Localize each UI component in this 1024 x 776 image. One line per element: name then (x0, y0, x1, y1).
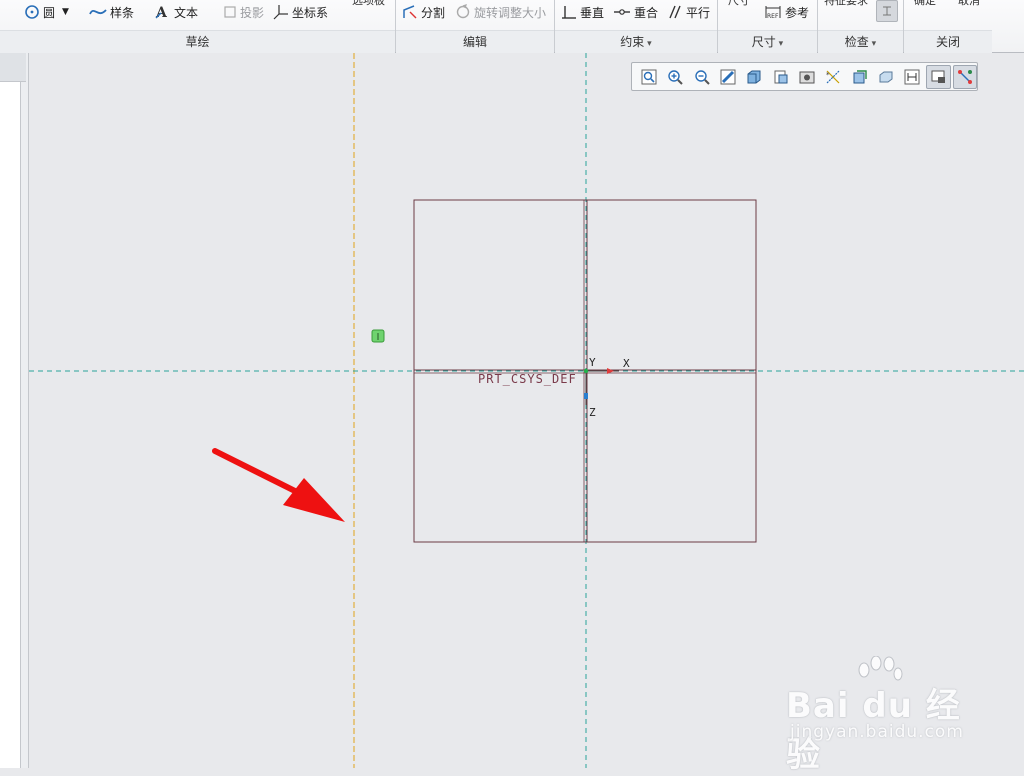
coincident-button[interactable]: 重合 (613, 2, 658, 22)
rotate-resize-label: 旋转调整大小 (474, 5, 547, 20)
text-label: 文本 (174, 5, 199, 20)
sketch-display-icon[interactable] (952, 64, 978, 89)
x-axis-label: X (623, 357, 630, 370)
project-button[interactable]: 投影 (223, 2, 264, 22)
zoom-out-icon[interactable] (690, 65, 714, 89)
rotate-resize-button[interactable]: 旋转调整大小 (455, 2, 546, 22)
circle-icon (24, 4, 40, 20)
watermark: Bai du 经验 jingyan.baidu.com (786, 655, 986, 775)
graphics-toolbar: * (631, 62, 978, 91)
group-sketch: 选项板 圆 ▼ 样条 A 文本 投影 坐标系 草绘 (0, 0, 396, 53)
parallel-button[interactable]: 平行 (667, 2, 710, 22)
display-style-icon[interactable] (742, 65, 766, 89)
clipped-ok-label[interactable]: 确定 (914, 0, 936, 8)
circle-label: 圆 (43, 5, 56, 20)
ribbon: 选项板 圆 ▼ 样条 A 文本 投影 坐标系 草绘 分割 旋转调整大小 编辑 垂… (0, 0, 1024, 53)
group-dimension: 尺寸 REF 参考 尺寸 (718, 0, 818, 53)
model-tree-tab[interactable] (0, 53, 26, 101)
rotate-resize-icon (455, 4, 471, 20)
group-label-edit: 编辑 (396, 30, 554, 53)
group-close: 确定 取消 关闭 (904, 0, 1024, 53)
clipped-dimension-label: 尺寸 (728, 0, 750, 7)
saved-orientations-icon[interactable] (769, 65, 793, 89)
perpendicular-icon (561, 4, 577, 20)
group-constrain: 垂直 重合 平行 约束 (555, 0, 718, 53)
coincident-icon (613, 6, 631, 18)
spin-center-icon[interactable] (848, 65, 872, 89)
group-label-close: 关闭 (904, 30, 992, 53)
group-label-constrain[interactable]: 约束 (555, 30, 717, 53)
inspect-tool-button[interactable] (876, 0, 898, 22)
project-icon (223, 5, 237, 19)
csys-z-marker (584, 393, 588, 399)
shading-icon[interactable] (874, 65, 898, 89)
watermark-url: jingyan.baidu.com (790, 722, 964, 742)
reference-label: 参考 (785, 5, 810, 20)
repaint-icon[interactable] (716, 65, 740, 89)
zoom-in-icon[interactable] (663, 65, 687, 89)
clipped-cancel-label[interactable]: 取消 (958, 0, 980, 8)
model-tree-panel[interactable] (0, 82, 21, 768)
group-inspect: 特征要求 检查 (818, 0, 904, 53)
clipped-inspect-label: 特征要求 (824, 0, 868, 7)
perpendicular-label: 垂直 (580, 5, 605, 20)
group-label-sketch: 草绘 (0, 30, 395, 53)
divide-label: 分割 (421, 5, 446, 20)
z-axis-label: Z (589, 406, 596, 419)
view-manager-icon[interactable] (795, 65, 819, 89)
sketch-view-icon[interactable] (926, 64, 951, 89)
spline-icon (89, 5, 107, 19)
text-icon: A (155, 4, 171, 20)
perpendicular-button[interactable]: 垂直 (561, 2, 604, 22)
inspect-icon (876, 0, 898, 22)
spline-button[interactable]: 样条 (89, 2, 134, 22)
reference-dimension-icon: REF (764, 4, 782, 20)
clipped-sketch-label: 选项板 (352, 0, 385, 7)
divide-icon (402, 4, 418, 20)
refit-icon[interactable] (637, 65, 661, 89)
csys-icon (273, 4, 289, 20)
parallel-icon (667, 4, 683, 20)
group-edit: 分割 旋转调整大小 编辑 (396, 0, 555, 53)
annotation-display-icon[interactable] (900, 65, 924, 89)
circle-button[interactable]: 圆 ▼ (24, 2, 69, 22)
svg-text:REF: REF (767, 13, 779, 20)
reference-button[interactable]: REF 参考 (764, 2, 809, 22)
csys-button[interactable]: 坐标系 (273, 2, 328, 22)
project-label: 投影 (240, 5, 265, 20)
divide-button[interactable]: 分割 (402, 2, 445, 22)
csys-label: 坐标系 (292, 5, 329, 20)
csys-origin (583, 368, 589, 374)
spline-label: 样条 (110, 5, 135, 20)
y-axis-label: Y (589, 356, 596, 369)
group-label-inspect[interactable]: 检查 (818, 30, 903, 53)
text-button[interactable]: A 文本 (155, 2, 198, 22)
chevron-down-icon[interactable]: ▼ (62, 7, 69, 17)
group-label-dimension[interactable]: 尺寸 (718, 30, 817, 53)
datum-display-icon[interactable]: * (821, 65, 845, 89)
coincident-label: 重合 (634, 5, 659, 20)
parallel-label: 平行 (686, 5, 711, 20)
annotation-arrow (212, 448, 345, 522)
svg-text:*: * (826, 71, 830, 79)
csys-name-label[interactable]: PRT_CSYS_DEF (478, 372, 577, 386)
